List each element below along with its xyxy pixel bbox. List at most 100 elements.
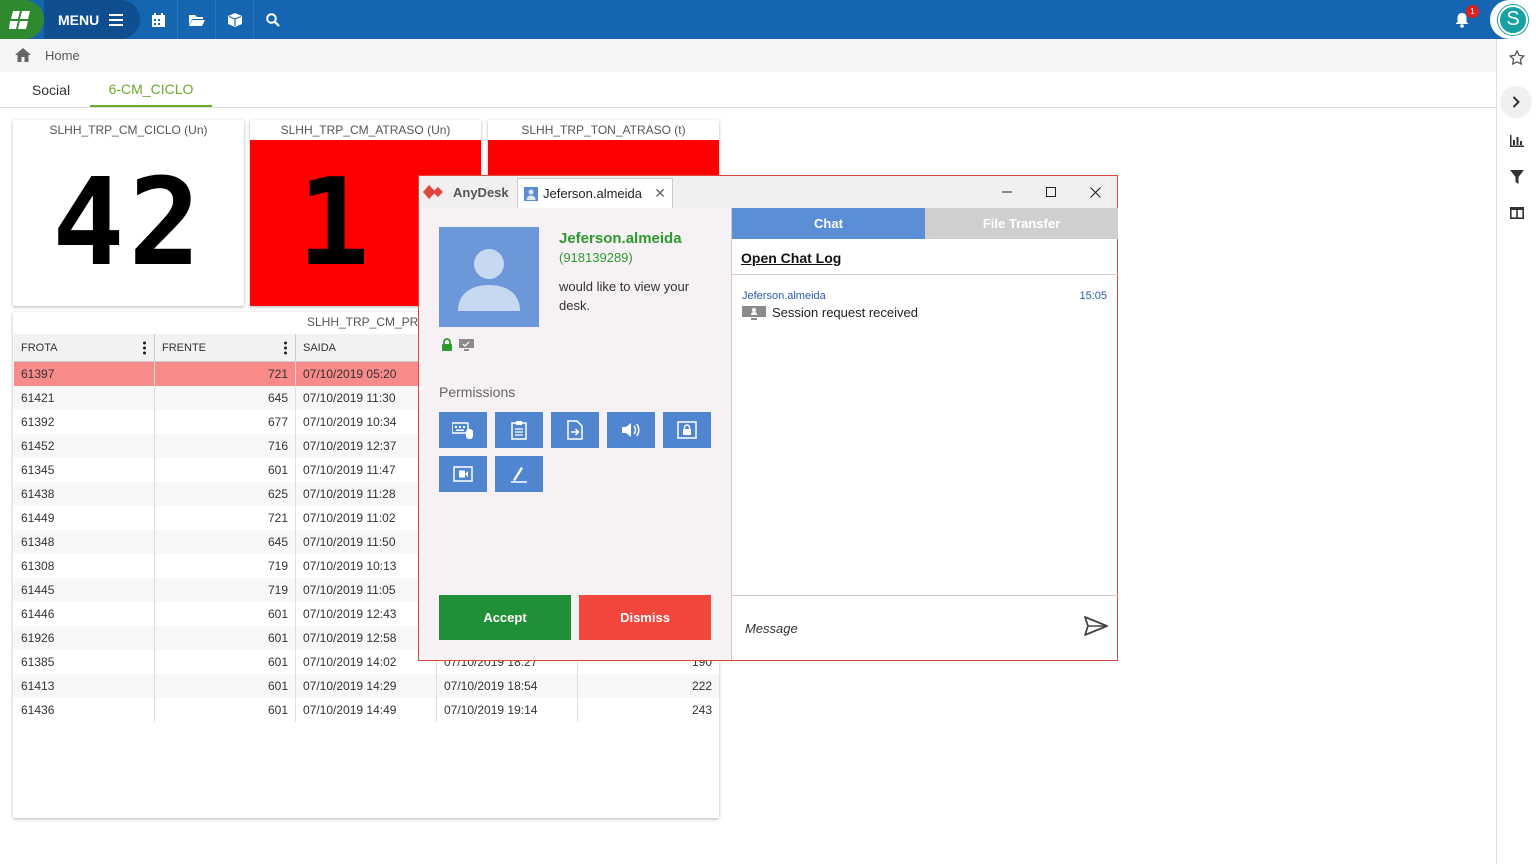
requester-id: (918139289)	[559, 250, 633, 265]
dismiss-button[interactable]: Dismiss	[579, 595, 711, 640]
widget-body	[488, 140, 719, 180]
atraso-value: 1	[297, 153, 374, 293]
message-input[interactable]: Message	[745, 621, 798, 636]
widget-title: SLHH_TRP_TON_ATRASO (t)	[521, 123, 686, 137]
dashboard-tabs: Social 6-CM_CICLO	[0, 72, 1496, 108]
anydesk-tab-label: Jeferson.almeida	[543, 186, 642, 201]
tab-6-cm-ciclo[interactable]: 6-CM_CICLO	[90, 72, 212, 107]
cell-frota: 61452	[14, 434, 155, 458]
maximize-button[interactable]	[1029, 176, 1073, 208]
cell-frota: 61348	[14, 530, 155, 554]
cell-saida: 07/10/2019 12:58	[296, 626, 437, 650]
close-tab-icon[interactable]: ✕	[654, 185, 666, 202]
column-header-saida[interactable]: SAIDA	[296, 334, 437, 362]
minimize-icon	[1002, 191, 1012, 193]
anydesk-brand: AnyDesk	[419, 176, 515, 208]
widget-body: 42	[13, 140, 244, 306]
open-chat-log-link[interactable]: Open Chat Log	[741, 250, 841, 266]
expand-panel-button[interactable]	[1500, 86, 1532, 118]
column-menu-icon[interactable]	[143, 341, 146, 355]
column-menu-icon[interactable]	[284, 341, 287, 355]
user-silhouette-icon	[458, 249, 520, 311]
cube-icon	[227, 12, 242, 27]
divider	[732, 595, 1118, 596]
cell-frente: 601	[155, 458, 296, 482]
user-avatar[interactable]: S	[1490, 0, 1536, 39]
accept-button[interactable]: Accept	[439, 595, 571, 640]
cell-frota: 61392	[14, 410, 155, 434]
cell-saida: 07/10/2019 14:49	[296, 698, 437, 722]
cell-frente: 601	[155, 674, 296, 698]
layout-button[interactable]	[1504, 200, 1530, 226]
close-icon	[1089, 186, 1101, 198]
cell-frota: 61385	[14, 650, 155, 674]
clipboard-icon	[511, 421, 527, 440]
cell-frota: 61345	[14, 458, 155, 482]
cell-saida: 07/10/2019 11:28	[296, 482, 437, 506]
cell-frente: 601	[155, 698, 296, 722]
column-header-frente[interactable]: FRENTE	[155, 334, 296, 362]
cell-saida: 07/10/2019 12:43	[296, 602, 437, 626]
calendar-button[interactable]	[140, 0, 178, 39]
chart-button[interactable]	[1504, 128, 1530, 154]
cell-saida: 07/10/2019 11:50	[296, 530, 437, 554]
cell-saida: 07/10/2019 14:02	[296, 650, 437, 674]
tab-file-transfer[interactable]: File Transfer	[925, 208, 1118, 239]
cell-chegada: 07/10/2019 19:14	[437, 698, 578, 722]
minimize-button[interactable]	[985, 176, 1029, 208]
anydesk-window: AnyDesk Jeferson.almeida ✕ Jeferson.alme…	[418, 175, 1118, 661]
tab-chat[interactable]: Chat	[732, 208, 925, 239]
cell-frente: 677	[155, 410, 296, 434]
chevron-right-icon	[1512, 96, 1520, 108]
cell-frente: 601	[155, 602, 296, 626]
draw-icon	[511, 467, 527, 483]
cell-chegada: 07/10/2019 18:54	[437, 674, 578, 698]
app-logo[interactable]	[0, 0, 44, 39]
cell-frente: 601	[155, 626, 296, 650]
anydesk-brand-label: AnyDesk	[453, 184, 509, 200]
cell-saida: 07/10/2019 14:29	[296, 674, 437, 698]
avatar-letter: S	[1498, 4, 1528, 35]
widget-title: SLHH_TRP_CM_CICLO (Un)	[49, 123, 208, 137]
cell-frente: 645	[155, 530, 296, 554]
right-rail	[1496, 39, 1536, 864]
anydesk-session-tab[interactable]: Jeferson.almeida ✕	[517, 178, 673, 208]
permission-video[interactable]	[439, 456, 487, 492]
favorite-button[interactable]	[1504, 45, 1530, 71]
chat-timestamp: 15:05	[1079, 290, 1107, 302]
cell-frente: 645	[155, 386, 296, 410]
filter-button[interactable]	[1504, 164, 1530, 190]
folder-button[interactable]	[178, 0, 216, 39]
table-row[interactable]: 61436 601 07/10/2019 14:49 07/10/2019 19:14…	[14, 698, 719, 722]
logo-icon	[9, 10, 30, 29]
permission-sound[interactable]	[607, 412, 655, 448]
permission-draw[interactable]	[495, 456, 543, 492]
table-row[interactable]: 61413 601 07/10/2019 14:29 07/10/2019 18:54…	[14, 674, 719, 698]
permissions-label: Permissions	[439, 384, 516, 400]
lock-status-icon	[442, 338, 452, 351]
permission-file-transfer[interactable]	[551, 412, 599, 448]
chat-message-text: Session request received	[772, 305, 918, 320]
anydesk-logo-icon	[423, 185, 443, 199]
request-message: would like to view your desk.	[559, 279, 690, 313]
cell-frente: 721	[155, 362, 296, 386]
column-header-frota[interactable]: FROTA	[14, 334, 155, 362]
breadcrumb-home[interactable]: Home	[45, 48, 80, 63]
permission-keyboard-mouse[interactable]	[439, 412, 487, 448]
hamburger-icon	[109, 13, 124, 26]
tab-social[interactable]: Social	[12, 72, 90, 107]
chat-message: Session request received	[742, 305, 918, 320]
breadcrumb: Home	[0, 39, 1496, 72]
column-label: SAIDA	[303, 342, 337, 354]
menu-label: MENU	[58, 11, 100, 28]
permission-lock-screen[interactable]	[663, 412, 711, 448]
lock-screen-icon	[677, 421, 697, 439]
search-button[interactable]	[254, 0, 292, 39]
home-icon[interactable]	[14, 46, 32, 64]
close-window-button[interactable]	[1073, 176, 1117, 208]
folder-icon	[188, 14, 205, 26]
cube-button[interactable]	[216, 0, 254, 39]
send-icon[interactable]	[1083, 613, 1109, 639]
menu-button[interactable]: MENU	[44, 0, 140, 39]
permission-clipboard[interactable]	[495, 412, 543, 448]
